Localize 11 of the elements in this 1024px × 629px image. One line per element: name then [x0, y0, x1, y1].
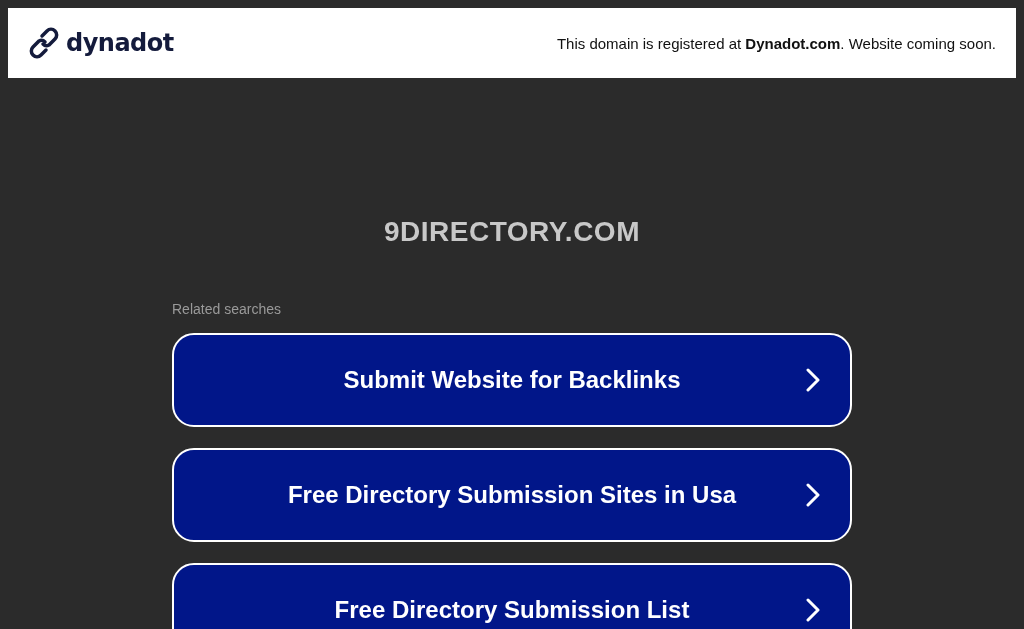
search-link[interactable]: Free Directory Submission Sites in Usa: [172, 448, 852, 542]
search-link[interactable]: Submit Website for Backlinks: [172, 333, 852, 427]
chevron-right-icon: [806, 368, 820, 392]
section-label: Related searches: [172, 301, 282, 317]
search-link[interactable]: Free Directory Submission List: [172, 563, 852, 629]
chevron-right-icon: [806, 483, 820, 507]
chain-link-icon: [28, 27, 60, 59]
chevron-right-icon: [806, 598, 820, 622]
registration-notice: This domain is registered at Dynadot.com. Website coming soon.: [556, 34, 996, 52]
brand-name: dynadot: [66, 29, 174, 57]
domain-title: 9DIRECTORY.COM: [383, 215, 641, 249]
